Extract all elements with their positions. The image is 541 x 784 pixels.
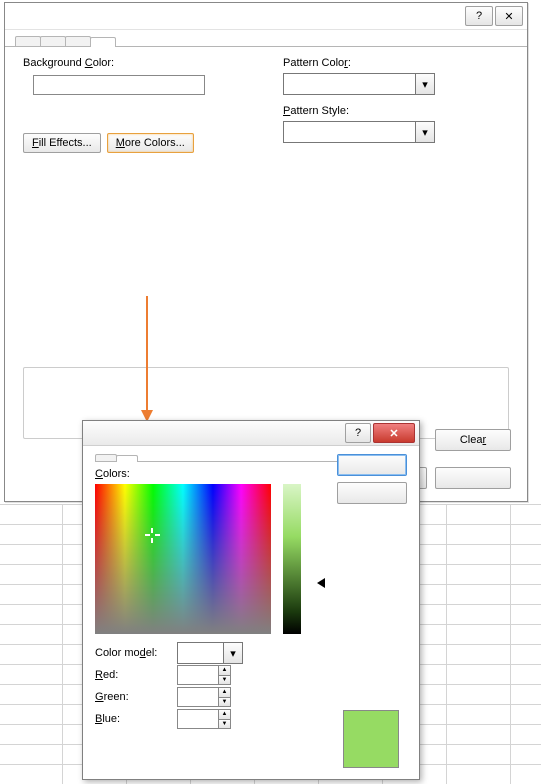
- ok-button[interactable]: [337, 454, 407, 476]
- dropdown-arrow-icon: ▾: [415, 122, 434, 142]
- blue-spinner[interactable]: ▲▼: [177, 709, 231, 729]
- tab-border[interactable]: [65, 36, 91, 46]
- background-color-label: Background Color:: [23, 57, 263, 69]
- tab-standard[interactable]: [95, 454, 117, 461]
- format-tabs: [5, 30, 527, 47]
- annotation-arrow: [146, 296, 148, 420]
- fill-effects-button[interactable]: Fill Effects...: [23, 133, 101, 153]
- color-model-dropdown[interactable]: ▾: [177, 642, 243, 664]
- format-cells-titlebar: ? ✕: [5, 3, 527, 30]
- green-spinner[interactable]: ▲▼: [177, 687, 231, 707]
- colors-dialog: ? ✕ Colors:: [82, 420, 420, 780]
- pattern-style-dropdown[interactable]: ▾: [283, 121, 435, 143]
- dropdown-arrow-icon: ▾: [415, 74, 434, 94]
- spin-down-icon[interactable]: ▼: [219, 676, 230, 685]
- pattern-color-dropdown[interactable]: ▾: [283, 73, 435, 95]
- spin-up-icon[interactable]: ▲: [219, 688, 230, 698]
- help-button[interactable]: ?: [345, 423, 371, 443]
- close-button[interactable]: ✕: [373, 423, 415, 443]
- spectrum-crosshair-icon: [147, 530, 157, 540]
- green-label: Green:: [95, 691, 177, 703]
- luminance-pointer-icon: [317, 578, 325, 588]
- red-label: Red:: [95, 669, 177, 681]
- help-button[interactable]: ?: [465, 6, 493, 26]
- tab-custom[interactable]: [116, 455, 138, 462]
- tab-font[interactable]: [40, 36, 66, 46]
- clear-button[interactable]: Clear: [435, 429, 511, 451]
- blue-input[interactable]: [178, 710, 218, 728]
- pattern-style-label: Pattern Style:: [283, 105, 509, 117]
- tab-number[interactable]: [15, 36, 41, 46]
- close-button[interactable]: ✕: [495, 6, 523, 26]
- cancel-button[interactable]: [435, 467, 511, 489]
- spin-down-icon[interactable]: ▼: [219, 698, 230, 707]
- colors-titlebar: ? ✕: [83, 421, 419, 446]
- blue-label: Blue:: [95, 713, 177, 725]
- spin-up-icon[interactable]: ▲: [219, 666, 230, 676]
- no-color-button[interactable]: [33, 75, 205, 95]
- more-colors-button[interactable]: More Colors...: [107, 133, 194, 153]
- red-spinner[interactable]: ▲▼: [177, 665, 231, 685]
- color-model-label: Color model:: [95, 647, 177, 659]
- dropdown-arrow-icon: ▾: [223, 643, 242, 663]
- spin-down-icon[interactable]: ▼: [219, 720, 230, 729]
- color-preview: [343, 710, 399, 768]
- luminance-bar[interactable]: [283, 484, 301, 634]
- spin-up-icon[interactable]: ▲: [219, 710, 230, 720]
- red-input[interactable]: [178, 666, 218, 684]
- preview-swatch: [343, 710, 399, 768]
- pattern-color-label: Pattern Color:: [283, 57, 509, 69]
- color-spectrum[interactable]: [95, 484, 271, 634]
- cancel-button[interactable]: [337, 482, 407, 504]
- green-input[interactable]: [178, 688, 218, 706]
- tab-fill[interactable]: [90, 37, 116, 47]
